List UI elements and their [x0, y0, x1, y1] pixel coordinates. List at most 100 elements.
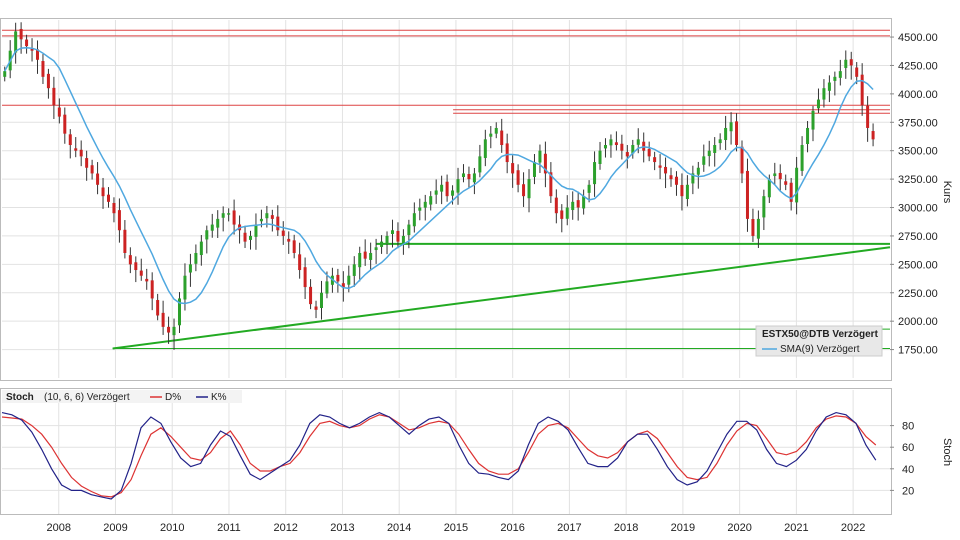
candle-body — [309, 286, 313, 305]
candle-body — [319, 292, 323, 308]
candle-body — [298, 254, 302, 271]
candle-body — [461, 173, 465, 178]
candle-body — [161, 312, 165, 327]
price-legend: ESTX50@DTB Verzögert SMA(9) Verzögert — [755, 325, 883, 357]
price-tick-label: 3250.00 — [898, 174, 938, 186]
candle-body — [527, 179, 531, 199]
candle-body — [25, 39, 29, 47]
stoch-axis-label: Stoch — [941, 438, 953, 466]
legend-stoch: Stoch — [6, 392, 34, 403]
candle-body — [696, 167, 700, 175]
candle-body — [227, 213, 231, 215]
candle-body — [139, 270, 143, 276]
candle-body — [702, 156, 706, 165]
candle-body — [866, 105, 870, 128]
candle-body — [483, 139, 487, 158]
candle-body — [259, 218, 263, 222]
candle-body — [871, 131, 875, 140]
candle-body — [265, 213, 269, 219]
candle-body — [560, 210, 564, 219]
candle-body — [374, 247, 378, 251]
candle-body — [167, 326, 171, 333]
x-tick-label: 2020 — [727, 522, 751, 534]
candle-body — [145, 278, 149, 282]
price-tick-label: 4000.00 — [898, 89, 938, 101]
candle-body — [795, 167, 799, 203]
candle-body — [554, 197, 558, 214]
candle-body — [489, 133, 493, 137]
candle-body — [816, 99, 820, 109]
price-tick-label: 3000.00 — [898, 203, 938, 215]
price-tick-label: 2750.00 — [898, 231, 938, 243]
candle-body — [68, 134, 72, 146]
candle-body — [647, 148, 651, 157]
price-tick-label: 1750.00 — [898, 345, 938, 357]
candle-body — [707, 150, 711, 157]
x-tick-label: 2008 — [46, 522, 70, 534]
candle-body — [593, 162, 597, 185]
candle-body — [358, 252, 362, 268]
candle-body — [653, 157, 657, 163]
candle-body — [281, 230, 285, 236]
candle-body — [505, 143, 509, 163]
candle-body — [806, 127, 810, 144]
candle-body — [729, 122, 733, 132]
candle-body — [511, 163, 515, 174]
price-tick-label: 2000.00 — [898, 316, 938, 328]
candle-body — [270, 215, 274, 219]
legend-sma-label: SMA(9) Verzögert — [780, 344, 860, 355]
candle-body — [254, 224, 258, 237]
candle-body — [90, 165, 94, 174]
candle-body — [838, 71, 842, 78]
candle-body — [232, 210, 236, 225]
x-tick-labels: 2008 2009 2010 2011 2012 2013 2014 2015 2016 2017… — [46, 522, 865, 534]
x-tick-label: 2009 — [103, 522, 127, 534]
price-tick-label: 2500.00 — [898, 259, 938, 271]
candle-body — [849, 59, 853, 66]
candle-body — [156, 300, 160, 316]
candle-body — [685, 184, 689, 199]
candle-body — [3, 71, 7, 77]
candle-body — [472, 173, 476, 183]
candle-body — [532, 162, 536, 177]
candle-body — [172, 326, 176, 336]
candle-body — [494, 127, 498, 134]
candle-body — [243, 232, 247, 242]
candle-body — [216, 218, 220, 228]
candle-body — [500, 130, 504, 146]
candle-body — [669, 175, 673, 180]
candle-body — [63, 114, 67, 134]
candle-body — [784, 181, 788, 185]
candle-body — [724, 127, 728, 141]
candle-body — [751, 219, 755, 236]
candle-body — [57, 107, 61, 117]
stoch-tick-label: 40 — [902, 464, 914, 476]
candle-body — [248, 235, 252, 240]
candle-body — [85, 158, 89, 168]
candle-body — [188, 264, 192, 273]
x-tick-label: 2014 — [387, 522, 411, 534]
candle-body — [423, 201, 427, 208]
candle-body — [429, 196, 433, 205]
candle-body — [117, 210, 121, 231]
candle-body — [735, 121, 739, 146]
candle-body — [478, 156, 482, 173]
candle-body — [587, 184, 591, 193]
candle-body — [445, 181, 449, 197]
candle-body — [713, 145, 717, 153]
legend-stoch-params: (10, 6, 6) Verzögert — [44, 392, 130, 403]
candle-body — [538, 150, 542, 163]
candle-body — [412, 213, 416, 227]
candle-body — [396, 230, 400, 242]
legend-d-label: D% — [165, 392, 181, 403]
x-tick-label: 2013 — [330, 522, 354, 534]
candle-body — [46, 73, 50, 89]
price-axis-label: Kurs — [941, 181, 953, 204]
candle-body — [762, 196, 766, 218]
candle-body — [844, 59, 848, 68]
candle-body — [19, 28, 23, 40]
x-tick-label: 2017 — [557, 522, 581, 534]
candle-body — [347, 275, 351, 285]
candle-body — [134, 262, 138, 271]
stoch-tick-label: 20 — [902, 485, 914, 497]
